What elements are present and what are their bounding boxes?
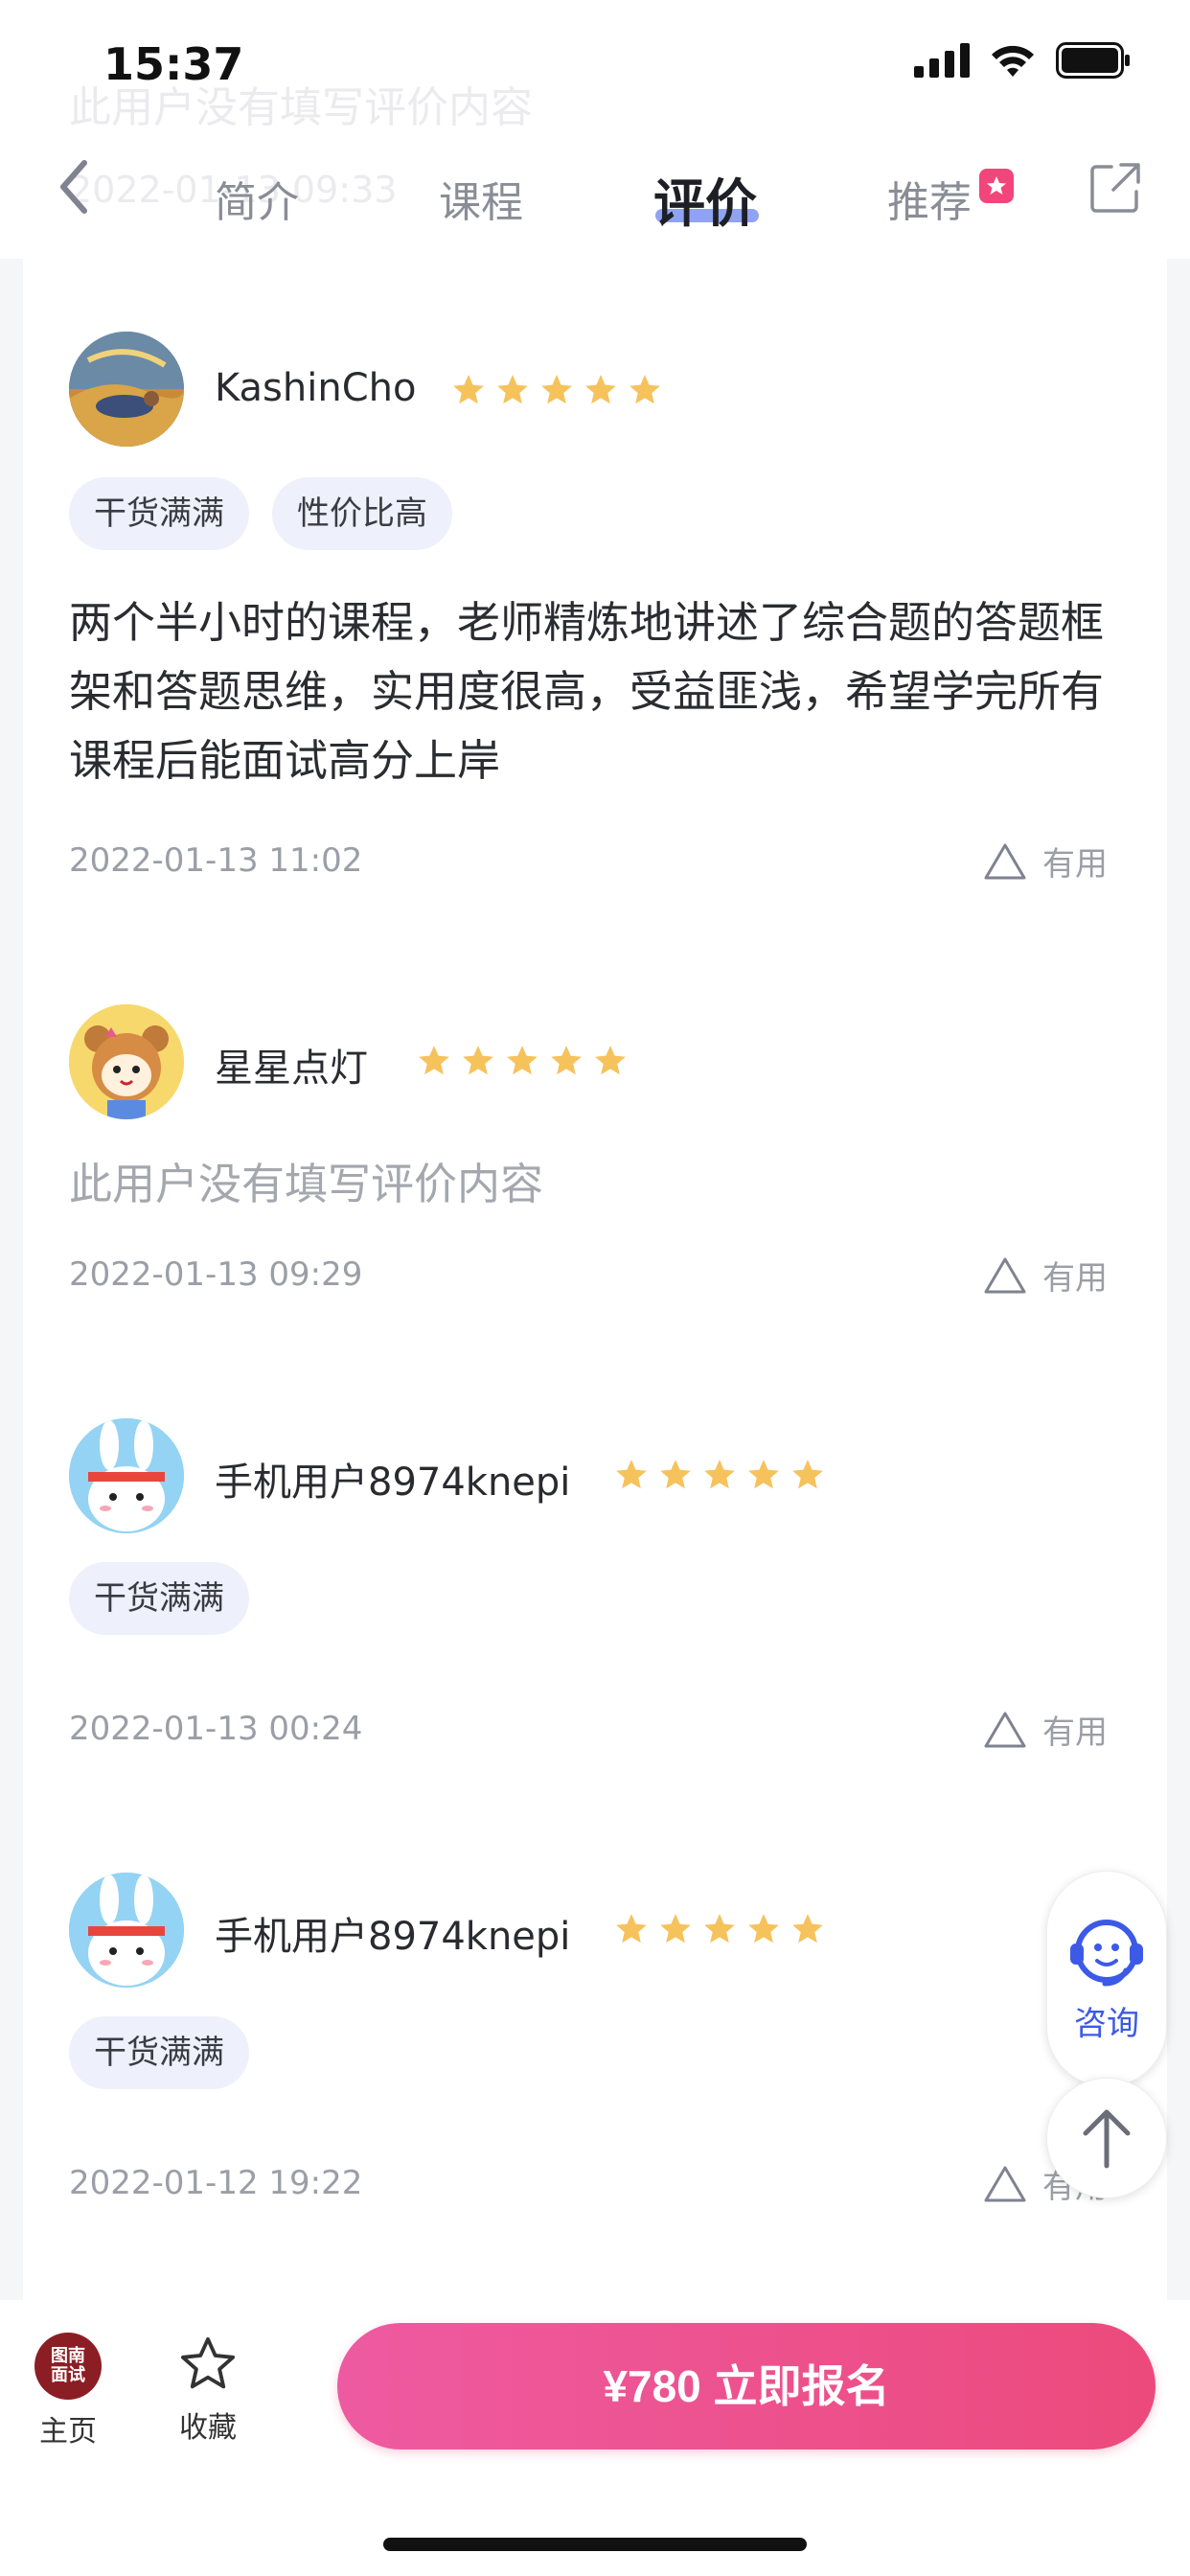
- tag-list: 干货满满 性价比高: [69, 477, 452, 550]
- arrow-up-icon: [1083, 2109, 1131, 2169]
- useful-label: 有用: [1042, 845, 1108, 884]
- signal-icon: [914, 43, 970, 78]
- rating-stars: [613, 1911, 826, 1947]
- useful-button[interactable]: 有用: [983, 1706, 1108, 1753]
- battery-icon: [1056, 42, 1130, 79]
- avatar[interactable]: [69, 1004, 184, 1119]
- wifi-icon: [992, 45, 1034, 77]
- review-tag: 性价比高: [272, 477, 452, 550]
- screen: 此用户没有填写评价内容 2022-01-13 09:33 15:37 简介 课程…: [0, 0, 1190, 2576]
- consult-button[interactable]: 咨询: [1046, 1871, 1167, 2087]
- star-icon: [660, 1460, 691, 1489]
- review-tag: 干货满满: [69, 1562, 249, 1635]
- back-to-top-button[interactable]: [1046, 2078, 1167, 2198]
- star-icon: [497, 375, 528, 404]
- review-date: 2022-01-12 19:22: [69, 2164, 363, 2202]
- star-icon: [616, 1460, 647, 1489]
- useful-button[interactable]: 有用: [983, 838, 1108, 885]
- favorite-label: 收藏: [179, 2411, 237, 2445]
- star-icon: [419, 1046, 449, 1075]
- home-label: 主页: [39, 2415, 97, 2449]
- share-icon[interactable]: [1088, 161, 1142, 215]
- reviewer-name: 星星点灯: [215, 1046, 368, 1091]
- home-indicator: [383, 2538, 807, 2551]
- tag-list: 干货满满: [69, 1562, 249, 1635]
- star-icon: [585, 375, 616, 404]
- star-icon: [616, 1914, 647, 1944]
- star-icon: [660, 1914, 691, 1944]
- rating-stars: [450, 372, 663, 408]
- star-icon: [704, 1914, 735, 1944]
- reviews-card: KashinCho 干货满满 性价比高 两个半小时的课程，老师精炼地讲述了综合题…: [23, 259, 1167, 2300]
- review-date: 2022-01-13 00:24: [69, 1710, 363, 1748]
- avatar[interactable]: [69, 332, 184, 447]
- star-icon: [792, 1914, 823, 1944]
- tab-reviews[interactable]: 评价: [653, 161, 757, 237]
- tag-list: 干货满满: [69, 2016, 249, 2089]
- triangle-icon: [984, 843, 1026, 879]
- status-time: 15:37: [103, 38, 244, 90]
- tab-courses[interactable]: 课程: [439, 168, 523, 229]
- review-date: 2022-01-13 09:29: [69, 1255, 363, 1294]
- chevron-left-icon[interactable]: [50, 153, 96, 220]
- triangle-icon: [984, 1712, 1026, 1747]
- star-icon: [551, 1046, 582, 1075]
- triangle-icon: [984, 2166, 1026, 2201]
- reviewer-name: 手机用户8974knepi: [215, 1460, 571, 1505]
- header: 此用户没有填写评价内容 2022-01-13 09:33 15:37 简介 课程…: [0, 0, 1190, 259]
- status-icons: [914, 42, 1131, 79]
- triangle-icon: [984, 1257, 1026, 1293]
- star-icon: [748, 1914, 779, 1944]
- star-outline-icon: [180, 2336, 236, 2389]
- consult-label: 咨询: [1074, 2004, 1139, 2043]
- tab-recommend[interactable]: 推荐: [887, 168, 972, 229]
- home-tab[interactable]: 图南 面试 主页: [34, 2333, 102, 2450]
- rating-stars: [613, 1457, 826, 1493]
- star-icon: [629, 375, 660, 404]
- useful-button[interactable]: 有用: [983, 1252, 1108, 1299]
- star-icon: [463, 1046, 493, 1075]
- star-icon: [541, 375, 572, 404]
- star-icon: [453, 375, 484, 404]
- avatar[interactable]: [69, 1418, 184, 1533]
- logo-text-line1: 图南: [51, 2346, 85, 2366]
- reviewer-name: 手机用户8974knepi: [215, 1915, 571, 1959]
- review-content: 两个半小时的课程，老师精炼地讲述了综合题的答题框架和答题思维，实用度很高，受益匪…: [69, 597, 1105, 786]
- app-logo: 图南 面试: [34, 2333, 102, 2400]
- star-icon: [704, 1460, 735, 1489]
- logo-text-line2: 面试: [51, 2365, 85, 2385]
- customer-service-icon: [1070, 1919, 1143, 1986]
- recommend-badge-icon: [979, 169, 1014, 203]
- star-icon: [507, 1046, 538, 1075]
- useful-label: 有用: [1042, 1714, 1108, 1752]
- review-date: 2022-01-13 11:02: [69, 841, 363, 880]
- avatar[interactable]: [69, 1873, 184, 1988]
- enroll-button[interactable]: ¥780 立即报名: [337, 2323, 1156, 2450]
- reviewer-name: KashinCho: [215, 366, 417, 410]
- favorite-tab[interactable]: 收藏: [176, 2333, 240, 2446]
- star-icon: [792, 1460, 823, 1489]
- review-content: 此用户没有填写评价内容: [69, 1159, 544, 1209]
- rating-stars: [416, 1043, 629, 1079]
- bottom-bar: 图南 面试 主页 收藏 ¥780 立即报名: [0, 2300, 1190, 2576]
- useful-label: 有用: [1042, 1259, 1108, 1298]
- review-tag: 干货满满: [69, 477, 249, 550]
- review-tag: 干货满满: [69, 2016, 249, 2089]
- tab-intro[interactable]: 简介: [215, 168, 299, 229]
- star-icon: [595, 1046, 626, 1075]
- star-icon: [748, 1460, 779, 1489]
